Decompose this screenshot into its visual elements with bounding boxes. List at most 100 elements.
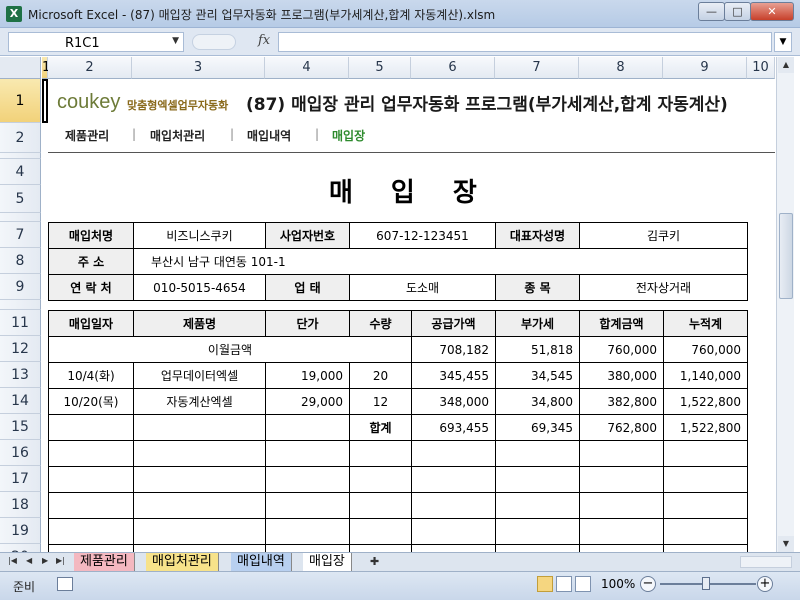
column-header[interactable]: 4 [265, 57, 349, 79]
name-box[interactable]: R1C1 ▼ [8, 32, 184, 52]
empty-cell[interactable] [579, 544, 664, 552]
empty-cell[interactable] [663, 544, 748, 552]
row-header[interactable]: 19 [0, 518, 41, 544]
row-date[interactable]: 10/4(화) [48, 362, 134, 389]
page-layout-view-icon[interactable] [556, 576, 572, 592]
excel-app-icon[interactable]: X [6, 6, 22, 22]
row-header[interactable]: 8 [0, 248, 41, 274]
empty-cell[interactable] [265, 544, 350, 552]
row-header[interactable]: 9 [0, 274, 41, 300]
row-header[interactable]: 17 [0, 466, 41, 492]
sum-label[interactable]: 합계 [349, 414, 412, 441]
insert-function-icon[interactable]: fx [258, 33, 270, 48]
biztype-value[interactable]: 도소매 [349, 274, 496, 301]
empty-cell[interactable] [349, 518, 412, 545]
row-supply[interactable]: 345,455 [411, 362, 496, 389]
column-header[interactable]: 8 [579, 57, 663, 79]
supplier-name[interactable]: 비즈니스쿠키 [133, 222, 266, 249]
row-vat[interactable]: 34,800 [495, 388, 580, 415]
empty-cell[interactable] [495, 440, 580, 467]
zoom-level[interactable]: 100% [601, 577, 635, 591]
zoom-in-button[interactable]: + [757, 576, 773, 592]
worksheet-grid[interactable]: 12345678910 1234567891011121314151617181… [0, 57, 775, 552]
empty-cell[interactable] [48, 440, 134, 467]
row-header[interactable]: 12 [0, 336, 41, 362]
empty-cell[interactable] [265, 440, 350, 467]
row-qty[interactable]: 12 [349, 388, 412, 415]
scroll-down-icon[interactable]: ▼ [778, 536, 794, 552]
page-break-view-icon[interactable] [575, 576, 591, 592]
column-header[interactable]: 10 [747, 57, 775, 79]
row-vat[interactable]: 34,545 [495, 362, 580, 389]
formula-input[interactable] [278, 32, 772, 52]
row-cumulative[interactable]: 1,140,000 [663, 362, 748, 389]
macro-record-icon[interactable] [57, 577, 73, 591]
empty-cell[interactable] [133, 492, 266, 519]
select-all-corner[interactable] [0, 57, 41, 79]
vertical-scrollbar[interactable]: ▲ ▼ [776, 57, 794, 552]
column-header[interactable]: 7 [495, 57, 579, 79]
empty-cell[interactable] [579, 492, 664, 519]
row-header[interactable]: 6 [0, 213, 41, 222]
zoom-slider-thumb[interactable] [702, 577, 710, 590]
empty-cell[interactable] [48, 518, 134, 545]
row-cumulative[interactable]: 1,522,800 [663, 388, 748, 415]
nav-item-ledger[interactable]: 매입장 [332, 127, 365, 144]
empty-cell[interactable] [48, 492, 134, 519]
carryover-supply[interactable]: 708,182 [411, 336, 496, 363]
column-header[interactable]: 6 [411, 57, 495, 79]
carryover-total[interactable]: 760,000 [579, 336, 664, 363]
last-sheet-icon[interactable]: ▶| [56, 556, 65, 565]
close-button[interactable]: ✕ [750, 2, 794, 21]
maximize-button[interactable]: □ [724, 2, 751, 21]
empty-cell[interactable] [265, 518, 350, 545]
empty-cell[interactable] [663, 440, 748, 467]
empty-cell[interactable] [265, 414, 350, 441]
row-header[interactable]: 4 [0, 159, 41, 185]
empty-cell[interactable] [133, 544, 266, 552]
row-price[interactable]: 19,000 [265, 362, 350, 389]
empty-cell[interactable] [495, 466, 580, 493]
minimize-button[interactable]: — [698, 2, 725, 21]
empty-cell[interactable] [133, 466, 266, 493]
row-header[interactable]: 2 [0, 123, 41, 153]
empty-cell[interactable] [495, 544, 580, 552]
row-header[interactable]: 1 [0, 79, 41, 123]
empty-cell[interactable] [411, 440, 496, 467]
bizitem-value[interactable]: 전자상거래 [579, 274, 748, 301]
empty-cell[interactable] [411, 492, 496, 519]
row-header[interactable]: 20 [0, 544, 41, 552]
prev-sheet-icon[interactable]: ◀ [26, 556, 32, 565]
row-qty[interactable]: 20 [349, 362, 412, 389]
next-sheet-icon[interactable]: ▶ [42, 556, 48, 565]
scroll-thumb[interactable] [779, 213, 793, 299]
row-total[interactable]: 382,800 [579, 388, 664, 415]
expand-formula-bar-icon[interactable]: ▼ [774, 32, 792, 52]
column-header[interactable]: 5 [349, 57, 411, 79]
empty-cell[interactable] [349, 466, 412, 493]
row-header[interactable]: 5 [0, 185, 41, 213]
empty-cell[interactable] [133, 414, 266, 441]
column-header[interactable]: 2 [48, 57, 132, 79]
row-header[interactable]: 10 [0, 300, 41, 310]
sheet-tab-products[interactable]: 제품관리 [74, 553, 135, 571]
sheet-tab-suppliers[interactable]: 매입처관리 [146, 553, 219, 571]
new-sheet-icon[interactable]: ✚ [370, 555, 379, 568]
empty-cell[interactable] [663, 518, 748, 545]
horizontal-scrollbar[interactable] [740, 556, 792, 568]
row-total[interactable]: 380,000 [579, 362, 664, 389]
empty-cell[interactable] [349, 492, 412, 519]
empty-cell[interactable] [411, 544, 496, 552]
empty-cell[interactable] [411, 518, 496, 545]
empty-cell[interactable] [495, 492, 580, 519]
row-header[interactable]: 11 [0, 310, 41, 336]
nav-item-products[interactable]: 제품관리 [65, 127, 109, 144]
row-product[interactable]: 자동계산엑셀 [133, 388, 266, 415]
empty-cell[interactable] [349, 544, 412, 552]
empty-cell[interactable] [133, 440, 266, 467]
scroll-up-icon[interactable]: ▲ [778, 57, 794, 73]
sum-cumulative[interactable]: 1,522,800 [663, 414, 748, 441]
zoom-out-button[interactable]: − [640, 576, 656, 592]
sum-total[interactable]: 762,800 [579, 414, 664, 441]
empty-cell[interactable] [265, 466, 350, 493]
